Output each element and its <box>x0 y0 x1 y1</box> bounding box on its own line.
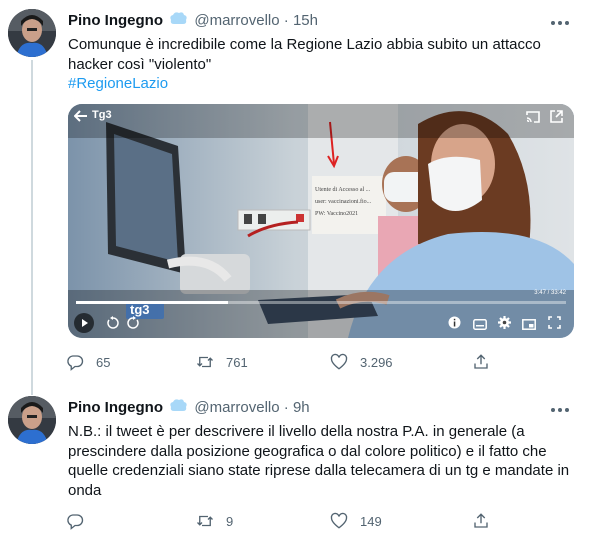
tg3-logo: tg3 <box>130 302 150 317</box>
verified-badge-icon <box>170 12 187 31</box>
avatar-image <box>8 9 56 57</box>
avatar[interactable] <box>8 396 56 444</box>
tweet-text-line: hacker così "violento" <box>68 55 212 73</box>
open-external-icon[interactable] <box>550 110 563 128</box>
retweet-count: 761 <box>226 354 248 370</box>
retweet-icon <box>197 515 213 527</box>
retweet-icon <box>197 356 213 368</box>
elapsed-time: 3:47 / 33:42 <box>534 290 566 296</box>
tweet-text-line: N.B.: il tweet è per descrivere il livel… <box>68 423 525 440</box>
back-arrow-icon[interactable] <box>73 109 88 128</box>
separator-dot: · <box>283 399 289 416</box>
like-count: 149 <box>360 513 382 529</box>
tweet-text-line: onda <box>68 481 102 499</box>
note-line: user: vaccinazioni.fio... <box>315 199 372 205</box>
share-icon <box>474 513 488 528</box>
note-text: Utente di Accesso al ... user: vaccinazi… <box>315 184 387 220</box>
video-player[interactable]: Tg3 Utente di Accesso al ... user: vacci… <box>68 104 574 338</box>
like-button[interactable]: 3.296 <box>330 353 393 371</box>
info-icon[interactable] <box>448 316 461 334</box>
author-handle[interactable]: @marrovello <box>194 399 279 416</box>
note-line: Utente di Accesso al ... <box>315 187 371 193</box>
tweet-header: Pino Ingegno @marrovello · 9h <box>68 399 310 418</box>
tweet-header: Pino Ingegno @marrovello · 15h <box>68 12 318 31</box>
share-button[interactable] <box>472 353 502 371</box>
cast-icon[interactable] <box>526 110 540 128</box>
more-horizontal-icon[interactable] <box>550 400 570 418</box>
author-name[interactable]: Pino Ingegno <box>68 399 163 416</box>
hashtag-link[interactable]: #RegioneLazio <box>68 74 568 94</box>
tweet-text: N.B.: il tweet è per descrivere il livel… <box>68 422 583 500</box>
progress-fill <box>76 301 228 304</box>
tweet-time[interactable]: 15h <box>293 12 318 29</box>
reply-icon <box>67 514 84 530</box>
retweet-button[interactable]: 761 <box>196 353 248 371</box>
tweet-2[interactable]: Pino Ingegno @marrovello · 9h N.B.: il t… <box>0 385 590 545</box>
video-channel-title: Tg3 <box>92 109 112 121</box>
play-button[interactable] <box>74 313 94 333</box>
tweet-actions: 65 761 3.296 <box>66 353 506 373</box>
tweet-time[interactable]: 9h <box>293 399 310 416</box>
avatar[interactable] <box>8 9 56 57</box>
retweet-button[interactable]: 9 <box>196 512 233 530</box>
separator-dot: · <box>283 12 289 29</box>
share-button[interactable] <box>472 512 502 530</box>
tweet-text: Comunque è incredibile come la Regione L… <box>68 35 568 94</box>
more-horizontal-icon[interactable] <box>550 13 570 31</box>
picture-in-picture-icon[interactable] <box>522 317 536 335</box>
tweet-1[interactable]: Pino Ingegno @marrovello · 15h Comunque … <box>0 0 590 385</box>
tweet-text-line: prescindere dalla posizione geografica o… <box>68 442 547 460</box>
settings-gear-icon[interactable] <box>498 316 511 334</box>
share-icon <box>474 354 488 369</box>
thread-line <box>31 385 33 395</box>
reply-button[interactable] <box>66 512 96 530</box>
author-handle[interactable]: @marrovello <box>194 12 279 29</box>
reply-button[interactable]: 65 <box>66 353 110 371</box>
verified-badge-icon <box>170 399 187 418</box>
reply-icon <box>67 355 84 371</box>
tweet-text-line: Comunque è incredibile come la Regione L… <box>68 36 541 53</box>
avatar-image <box>8 396 56 444</box>
captions-icon[interactable] <box>473 317 487 335</box>
heart-icon <box>330 353 348 370</box>
like-count: 3.296 <box>360 354 393 370</box>
progress-bar[interactable] <box>76 301 566 304</box>
author-name[interactable]: Pino Ingegno <box>68 12 163 29</box>
tweet-text-line: quelle credenziali siano state riprese d… <box>68 462 570 479</box>
like-button[interactable]: 149 <box>330 512 382 530</box>
retweet-count: 9 <box>226 513 234 529</box>
heart-icon <box>330 512 348 529</box>
forward-10-icon[interactable] <box>126 316 140 335</box>
note-line: PW: Vaccino2021 <box>315 211 359 217</box>
thread-line <box>31 60 33 385</box>
tweet-actions: 9 149 <box>66 512 506 532</box>
fullscreen-icon[interactable] <box>548 316 561 334</box>
reply-count: 65 <box>96 354 111 370</box>
rewind-10-icon[interactable] <box>106 316 120 335</box>
